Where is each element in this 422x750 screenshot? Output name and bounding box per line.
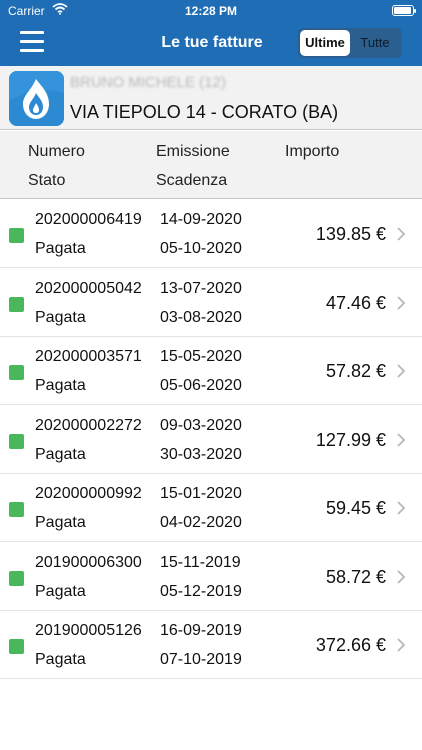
chevron-right-icon [396, 432, 406, 448]
paid-status-icon [9, 433, 24, 449]
invoice-due-date: 05-06-2020 [160, 377, 242, 394]
column-header: Numero Stato Emissione Scadenza Importo [0, 131, 422, 199]
invoice-number: 202000006419 [35, 211, 142, 228]
invoice-amount: 372.66 € [315, 635, 386, 655]
paid-status-icon [9, 296, 24, 312]
invoice-number: 202000005042 [35, 279, 142, 297]
column-scadenza: Scadenza [156, 172, 228, 189]
invoice-due-date: 03-08-2020 [160, 308, 242, 326]
invoice-amount: 58.72 € [325, 566, 386, 587]
invoice-status: Pagata [35, 377, 86, 394]
invoice-amount: 57.82 € [325, 361, 386, 381]
invoice-due-date: 30-03-2020 [160, 445, 242, 463]
invoice-issue-date: 16-09-2019 [160, 622, 242, 639]
hamburger-menu-icon[interactable] [20, 31, 44, 53]
invoice-row[interactable]: 201900005126 Pagata 16-09-2019 07-10-2019 37… [0, 611, 422, 679]
chevron-right-icon [396, 569, 406, 585]
account-address: VIA TIEPOLO 14 - CORATO (BA) [70, 102, 339, 122]
paid-status-icon [9, 502, 24, 517]
nav-bar: Le tue fatture Ultime Tutte [0, 22, 422, 66]
paid-status-icon [9, 228, 24, 243]
invoice-status: Pagata [35, 582, 86, 600]
invoice-row[interactable]: 202000005042 Pagata 13-07-2020 03-08-2020 47… [0, 269, 422, 337]
invoice-issue-date: 09-03-2020 [160, 416, 242, 434]
invoice-status: Pagata [35, 308, 86, 326]
chevron-right-icon [396, 295, 406, 311]
invoice-row[interactable]: 201900006300 Pagata 15-11-2019 05-12-2019 58… [0, 543, 422, 611]
segment-control: Ultime Tutte [298, 28, 402, 58]
chevron-right-icon [396, 363, 406, 379]
invoice-row[interactable]: 202000006419 Pagata 14-09-2020 05-10-2020 13… [0, 200, 422, 268]
column-stato: Stato [28, 172, 66, 189]
invoice-amount: 139.85 € [315, 224, 386, 244]
chevron-right-icon [396, 500, 406, 516]
invoice-due-date: 05-10-2020 [160, 240, 242, 257]
segment-ultime[interactable]: Ultime [300, 30, 350, 56]
invoice-issue-date: 14-09-2020 [160, 211, 242, 228]
invoice-issue-date: 15-01-2020 [160, 485, 242, 502]
battery-icon [392, 5, 416, 16]
column-importo: Importo [285, 143, 340, 160]
column-numero: Numero [28, 143, 85, 160]
invoice-due-date: 05-12-2019 [160, 582, 242, 600]
invoice-row[interactable]: 202000003571 Pagata 15-05-2020 05-06-2020 57… [0, 337, 422, 405]
invoice-number: 202000000992 [35, 485, 142, 502]
page-title: Le tue fatture [161, 34, 263, 51]
invoice-amount: 59.45 € [325, 498, 386, 518]
paid-status-icon [9, 570, 24, 586]
invoice-number: 202000002272 [35, 416, 142, 434]
invoice-number: 201900005126 [35, 622, 142, 639]
invoice-amount: 47.46 € [325, 292, 386, 313]
gas-flame-logo [9, 71, 64, 126]
invoice-status: Pagata [35, 514, 86, 531]
account-holder-name: BRUNO MICHELE (12) [70, 74, 226, 91]
invoice-issue-date: 15-05-2020 [160, 348, 242, 365]
invoice-number: 201900006300 [35, 553, 142, 571]
paid-status-icon [9, 639, 24, 654]
invoice-status: Pagata [35, 240, 86, 257]
invoice-number: 202000003571 [35, 348, 142, 365]
invoice-due-date: 04-02-2020 [160, 514, 242, 531]
invoice-status: Pagata [35, 651, 86, 668]
paid-status-icon [9, 365, 24, 380]
clock: 12:28 PM [184, 4, 238, 18]
chevron-right-icon [396, 226, 406, 242]
invoice-status: Pagata [35, 445, 86, 463]
invoice-due-date: 07-10-2019 [160, 651, 242, 668]
status-bar: Carrier 12:28 PM [0, 0, 422, 22]
invoice-issue-date: 13-07-2020 [160, 279, 242, 297]
segment-tutte[interactable]: Tutte [350, 30, 400, 56]
invoice-row[interactable]: 202000002272 Pagata 09-03-2020 30-03-2020 12… [0, 406, 422, 474]
invoice-issue-date: 15-11-2019 [160, 553, 241, 571]
account-header[interactable]: BRUNO MICHELE (12) VIA TIEPOLO 14 - CORA… [0, 66, 422, 130]
invoice-row[interactable]: 202000000992 Pagata 15-01-2020 04-02-2020 59… [0, 474, 422, 542]
chevron-right-icon [396, 637, 406, 653]
invoice-amount: 127.99 € [315, 429, 386, 450]
column-emissione: Emissione [156, 143, 230, 160]
